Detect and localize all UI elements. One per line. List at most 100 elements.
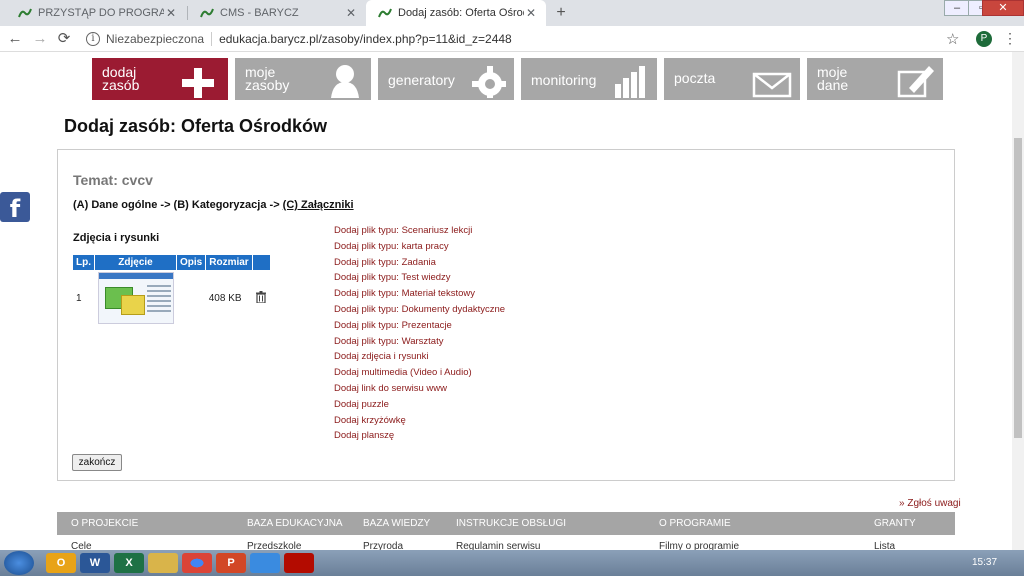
menu-dodaj-zasob[interactable]: dodaj zasób <box>92 58 228 100</box>
footer: O PROJEKCIE BAZA EDUKACYJNA BAZA WIEDZY … <box>57 512 955 550</box>
add-link[interactable]: Dodaj plik typu: Materiał tekstowy <box>334 286 505 302</box>
profile-avatar[interactable]: P <box>976 31 992 47</box>
taskbar-app-acrobat[interactable] <box>284 553 314 573</box>
footer-link[interactable]: Przedszkole <box>247 541 301 550</box>
image-thumbnail[interactable] <box>97 272 174 324</box>
add-link[interactable]: Dodaj krzyżówkę <box>334 413 505 429</box>
menu-moje-dane[interactable]: moje dane <box>807 58 943 100</box>
add-link[interactable]: Dodaj plik typu: karta pracy <box>334 239 505 255</box>
menu-poczta[interactable]: poczta <box>664 58 800 100</box>
add-link[interactable]: Dodaj planszę <box>334 428 505 444</box>
browser-toolbar: ← → ⟳ i Niezabezpieczona edukacja.barycz… <box>0 26 1024 52</box>
footer-link[interactable]: Lista <box>874 541 895 550</box>
column-header: Rozmiar <box>205 255 253 270</box>
menu-label: poczta <box>674 70 716 86</box>
add-link[interactable]: Dodaj plik typu: Scenariusz lekcji <box>334 223 505 239</box>
address-bar[interactable]: i Niezabezpieczona edukacja.barycz.pl/za… <box>80 28 970 50</box>
info-icon[interactable]: i <box>86 32 100 46</box>
scroll-thumb[interactable] <box>1014 138 1022 438</box>
page-title: Dodaj zasób: Oferta Ośrodków <box>64 116 328 136</box>
taskbar-app-word[interactable]: W <box>80 553 110 573</box>
add-link[interactable]: Dodaj puzzle <box>334 397 505 413</box>
taskbar-app-chrome[interactable] <box>182 553 212 573</box>
user-icon <box>331 65 359 98</box>
add-link[interactable]: Dodaj plik typu: Dokumenty dydaktyczne <box>334 302 505 318</box>
minimize-button[interactable]: – <box>944 0 970 16</box>
footer-link[interactable]: Filmy o programie <box>659 541 739 550</box>
url-text[interactable]: edukacja.barycz.pl/zasoby/index.php?p=11… <box>219 32 512 46</box>
page-content: dodaj zasób moje zasoby generatory monitor… <box>0 52 1012 550</box>
taskbar-app-excel[interactable]: X <box>114 553 144 573</box>
taskbar-clock[interactable]: 15:37 <box>972 557 997 568</box>
add-link[interactable]: Dodaj plik typu: Zadania <box>334 255 505 271</box>
footer-column-title[interactable]: BAZA EDUKACYJNA <box>247 518 343 529</box>
step-c[interactable]: (C) Załączniki <box>283 199 354 211</box>
add-link[interactable]: Dodaj plik typu: Test wiedzy <box>334 270 505 286</box>
footer-column-title[interactable]: INSTRUKCJE OBSŁUGI <box>456 518 566 529</box>
security-label: Niezabezpieczona <box>106 32 205 46</box>
column-header: Lp. <box>73 255 95 270</box>
trash-icon[interactable] <box>255 290 267 303</box>
forward-button[interactable]: → <box>31 30 49 48</box>
add-link[interactable]: Dodaj plik typu: Prezentacje <box>334 318 505 334</box>
row-number: 1 <box>76 292 82 304</box>
menu-label: monitoring <box>531 72 597 88</box>
table-header-row: Lp. Zdjęcie Opis Rozmiar <box>73 255 271 270</box>
footer-link[interactable]: Regulamin serwisu <box>456 541 540 550</box>
step-b[interactable]: (B) Kategoryzacja <box>174 199 267 211</box>
add-link[interactable]: Dodaj link do serwisu www <box>334 381 505 397</box>
taskbar-app-outlook[interactable]: O <box>46 553 76 573</box>
step-arrow: -> <box>266 199 283 211</box>
back-button[interactable]: ← <box>6 30 24 48</box>
step-arrow: -> <box>157 199 174 211</box>
menu-label: moje dane <box>817 64 849 93</box>
close-icon[interactable]: ✕ <box>524 6 538 20</box>
page-scrollbar[interactable] <box>1012 52 1024 550</box>
menu-label: generatory <box>388 72 455 88</box>
tab-title: CMS - BARYCZ <box>220 7 299 19</box>
reload-button[interactable]: ⟳ <box>55 30 73 48</box>
close-icon[interactable]: ✕ <box>344 6 358 20</box>
topic-heading: Temat: cvcv <box>73 172 153 188</box>
breadcrumb: (A) Dane ogólne -> (B) Kategoryzacja -> … <box>73 199 354 211</box>
menu-moje-zasoby[interactable]: moje zasoby <box>235 58 371 100</box>
browser-tab-cms[interactable]: CMS - BARYCZ ✕ <box>188 0 366 26</box>
tab-title: Dodaj zasób: Oferta Ośrodków <box>398 7 524 19</box>
add-link[interactable]: Dodaj multimedia (Video i Audio) <box>334 365 505 381</box>
taskbar-app-ie[interactable] <box>250 553 280 573</box>
window-close-button[interactable]: ✕ <box>982 0 1024 16</box>
taskbar-app-explorer[interactable] <box>148 553 178 573</box>
thumb-header <box>98 273 173 279</box>
add-link[interactable]: Dodaj zdjęcia i rysunki <box>334 349 505 365</box>
bookmark-star-icon[interactable]: ☆ <box>946 30 959 48</box>
finish-button[interactable]: zakończ <box>72 454 122 471</box>
close-icon[interactable]: ✕ <box>164 6 178 20</box>
browser-tab-przystap[interactable]: PRZYSTĄP DO PROGRAMU ✕ <box>6 0 186 26</box>
footer-link[interactable]: Przyroda <box>363 541 403 550</box>
attachments-table: Lp. Zdjęcie Opis Rozmiar 1 408 KB <box>73 255 271 326</box>
column-header: Opis <box>176 255 207 270</box>
browser-tab-dodaj-zasob[interactable]: Dodaj zasób: Oferta Ośrodków ✕ <box>366 0 546 26</box>
plus-icon <box>182 68 214 98</box>
browser-menu-icon[interactable]: ⋮ <box>1003 30 1017 47</box>
edit-icon <box>897 66 934 98</box>
new-tab-button[interactable]: + <box>552 4 570 22</box>
add-link[interactable]: Dodaj plik typu: Warsztaty <box>334 334 505 350</box>
footer-link[interactable]: Cele <box>71 541 92 550</box>
start-button[interactable] <box>4 551 34 575</box>
browser-tab-bar: PRZYSTĄP DO PROGRAMU ✕ CMS - BARYCZ ✕ Do… <box>0 0 1024 26</box>
column-header: Zdjęcie <box>94 255 177 270</box>
footer-column-title[interactable]: O PROGRAMIE <box>659 518 731 529</box>
taskbar-app-powerpoint[interactable]: P <box>216 553 246 573</box>
facebook-icon[interactable]: f <box>0 192 30 223</box>
tab-title: PRZYSTĄP DO PROGRAMU <box>38 7 164 19</box>
menu-generatory[interactable]: generatory <box>378 58 514 100</box>
description-cell <box>177 270 206 326</box>
footer-column-title[interactable]: BAZA WIEDZY <box>363 518 430 529</box>
menu-monitoring[interactable]: monitoring <box>521 58 657 100</box>
report-link[interactable]: » Zgłoś uwagi <box>899 498 961 509</box>
footer-column-title[interactable]: GRANTY <box>874 518 916 529</box>
footer-column-title[interactable]: O PROJEKCIE <box>71 518 138 529</box>
step-a[interactable]: (A) Dane ogólne <box>73 199 157 211</box>
thumb-shape <box>120 295 145 315</box>
